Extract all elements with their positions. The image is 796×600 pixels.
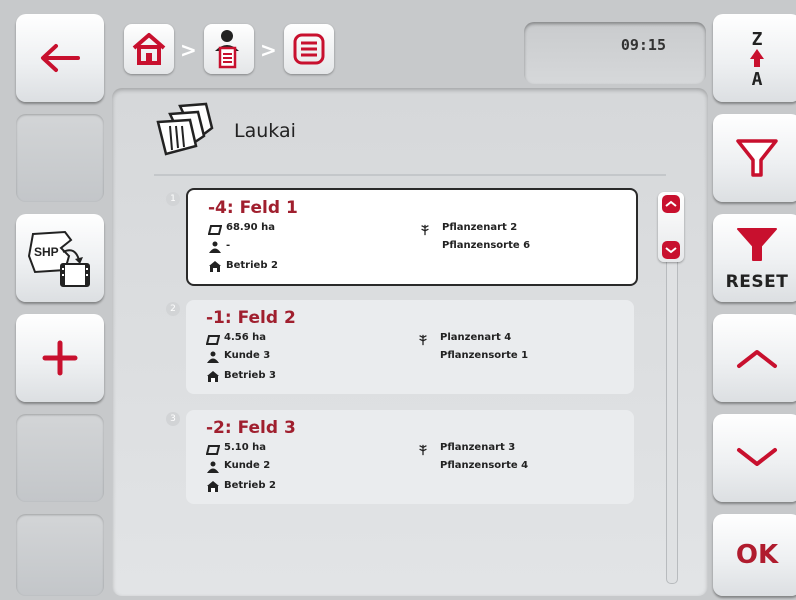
field-farm: Betrieb 2 (224, 480, 276, 491)
field-name: -4: Feld 1 (208, 198, 298, 218)
reset-filter-button[interactable]: RESET (713, 214, 796, 302)
field-list-item[interactable]: -2: Feld 3 5.10 ha Kunde 2 Betrieb 2 Pfl… (186, 410, 634, 504)
farmer-document-icon (215, 30, 239, 69)
page-title: Laukai (234, 120, 296, 142)
ok-button[interactable]: OK (713, 514, 796, 596)
chevron-down-icon (737, 448, 777, 466)
plant-icon (419, 334, 427, 346)
filter-filled-icon (737, 228, 777, 261)
scroll-down-cap (662, 241, 680, 259)
plant-icon (419, 444, 427, 456)
field-name: -1: Feld 2 (206, 308, 296, 328)
list-index: 1 (166, 192, 180, 206)
list-crumb[interactable] (284, 24, 334, 74)
home-crumb[interactable] (124, 24, 174, 74)
breadcrumb-separator: > (180, 38, 197, 62)
field-farm: Betrieb 2 (226, 260, 278, 271)
field-area: 4.56 ha (224, 332, 267, 343)
farm-icon (207, 371, 219, 382)
back-arrow-icon (41, 44, 80, 72)
breadcrumb: > > 09:15 (112, 10, 708, 88)
back-button[interactable] (16, 14, 104, 102)
field-plant-type: Pflanzenart 2 (442, 222, 518, 233)
field-name: -2: Feld 3 (206, 418, 296, 438)
list-index: 2 (166, 302, 180, 316)
list-menu-icon (293, 33, 325, 65)
area-icon (206, 445, 220, 455)
shp-import-icon: SHP (27, 230, 90, 287)
field-area: 5.10 ha (224, 442, 267, 453)
svg-text:SHP: SHP (34, 245, 59, 259)
svg-text:Z: Z (752, 29, 763, 50)
field-list-panel: Laukai 1 -4: Feld 1 68.90 ha - Betrieb 2… (112, 88, 708, 596)
area-icon (206, 335, 220, 345)
svg-text:A: A (752, 69, 763, 89)
field-plant-type: Planzenart 4 (440, 332, 512, 343)
scroll-down-button[interactable] (713, 414, 796, 502)
chevron-up-icon (737, 350, 777, 368)
customer-icon (207, 351, 219, 363)
breadcrumb-separator: > (260, 38, 277, 62)
empty-softkey-1 (16, 114, 104, 202)
ok-label: OK (735, 540, 779, 570)
empty-softkey-3 (16, 514, 104, 596)
clock-time: 09:15 (620, 36, 666, 54)
field-customer: - (226, 240, 231, 251)
shp-import-button[interactable]: SHP (16, 214, 104, 302)
scroll-up-button[interactable] (713, 314, 796, 402)
terminal-frame: SHP > > 09:15 Laukai 1 -4: Feld 1 68.90 … (0, 0, 796, 600)
field-customer: Kunde 2 (224, 460, 271, 471)
plus-icon (42, 340, 78, 376)
farm-icon (209, 261, 221, 272)
field-plant-variety: Pflanzensorte 4 (440, 460, 529, 471)
field-plant-variety: Pflanzensorte 1 (440, 350, 529, 361)
filter-icon (736, 139, 778, 177)
area-icon (208, 225, 222, 235)
filter-button[interactable] (713, 114, 796, 202)
farm-icon (207, 481, 219, 492)
field-plant-type: Pflanzenart 3 (440, 442, 516, 453)
field-customer: Kunde 3 (224, 350, 271, 361)
field-list-item[interactable]: -1: Feld 2 4.56 ha Kunde 3 Betrieb 3 Pla… (186, 300, 634, 394)
customer-icon (209, 241, 221, 253)
scroll-up-cap (662, 195, 680, 213)
chevron-down-icon (665, 247, 677, 254)
field-list-item[interactable]: -4: Feld 1 68.90 ha - Betrieb 2 Pflanzen… (186, 188, 638, 286)
sort-button[interactable]: Z A (713, 14, 796, 102)
fields-stack-icon (156, 102, 214, 156)
chevron-up-icon (665, 200, 677, 207)
list-index: 3 (166, 412, 180, 426)
add-button[interactable] (16, 314, 104, 402)
scrollbar-thumb[interactable] (658, 192, 684, 262)
empty-softkey-2 (16, 414, 104, 502)
customer-icon (207, 461, 219, 473)
clock-display: 09:15 (524, 22, 706, 84)
home-icon (132, 33, 166, 65)
field-farm: Betrieb 3 (224, 370, 276, 381)
plant-icon (421, 224, 429, 236)
sort-z-a-icon: Z A (750, 29, 764, 89)
title-divider (154, 174, 666, 176)
field-area: 68.90 ha (226, 222, 275, 233)
field-management-crumb[interactable] (204, 24, 254, 74)
field-plant-variety: Pflanzensorte 6 (442, 240, 531, 251)
reset-label: RESET (725, 272, 789, 292)
